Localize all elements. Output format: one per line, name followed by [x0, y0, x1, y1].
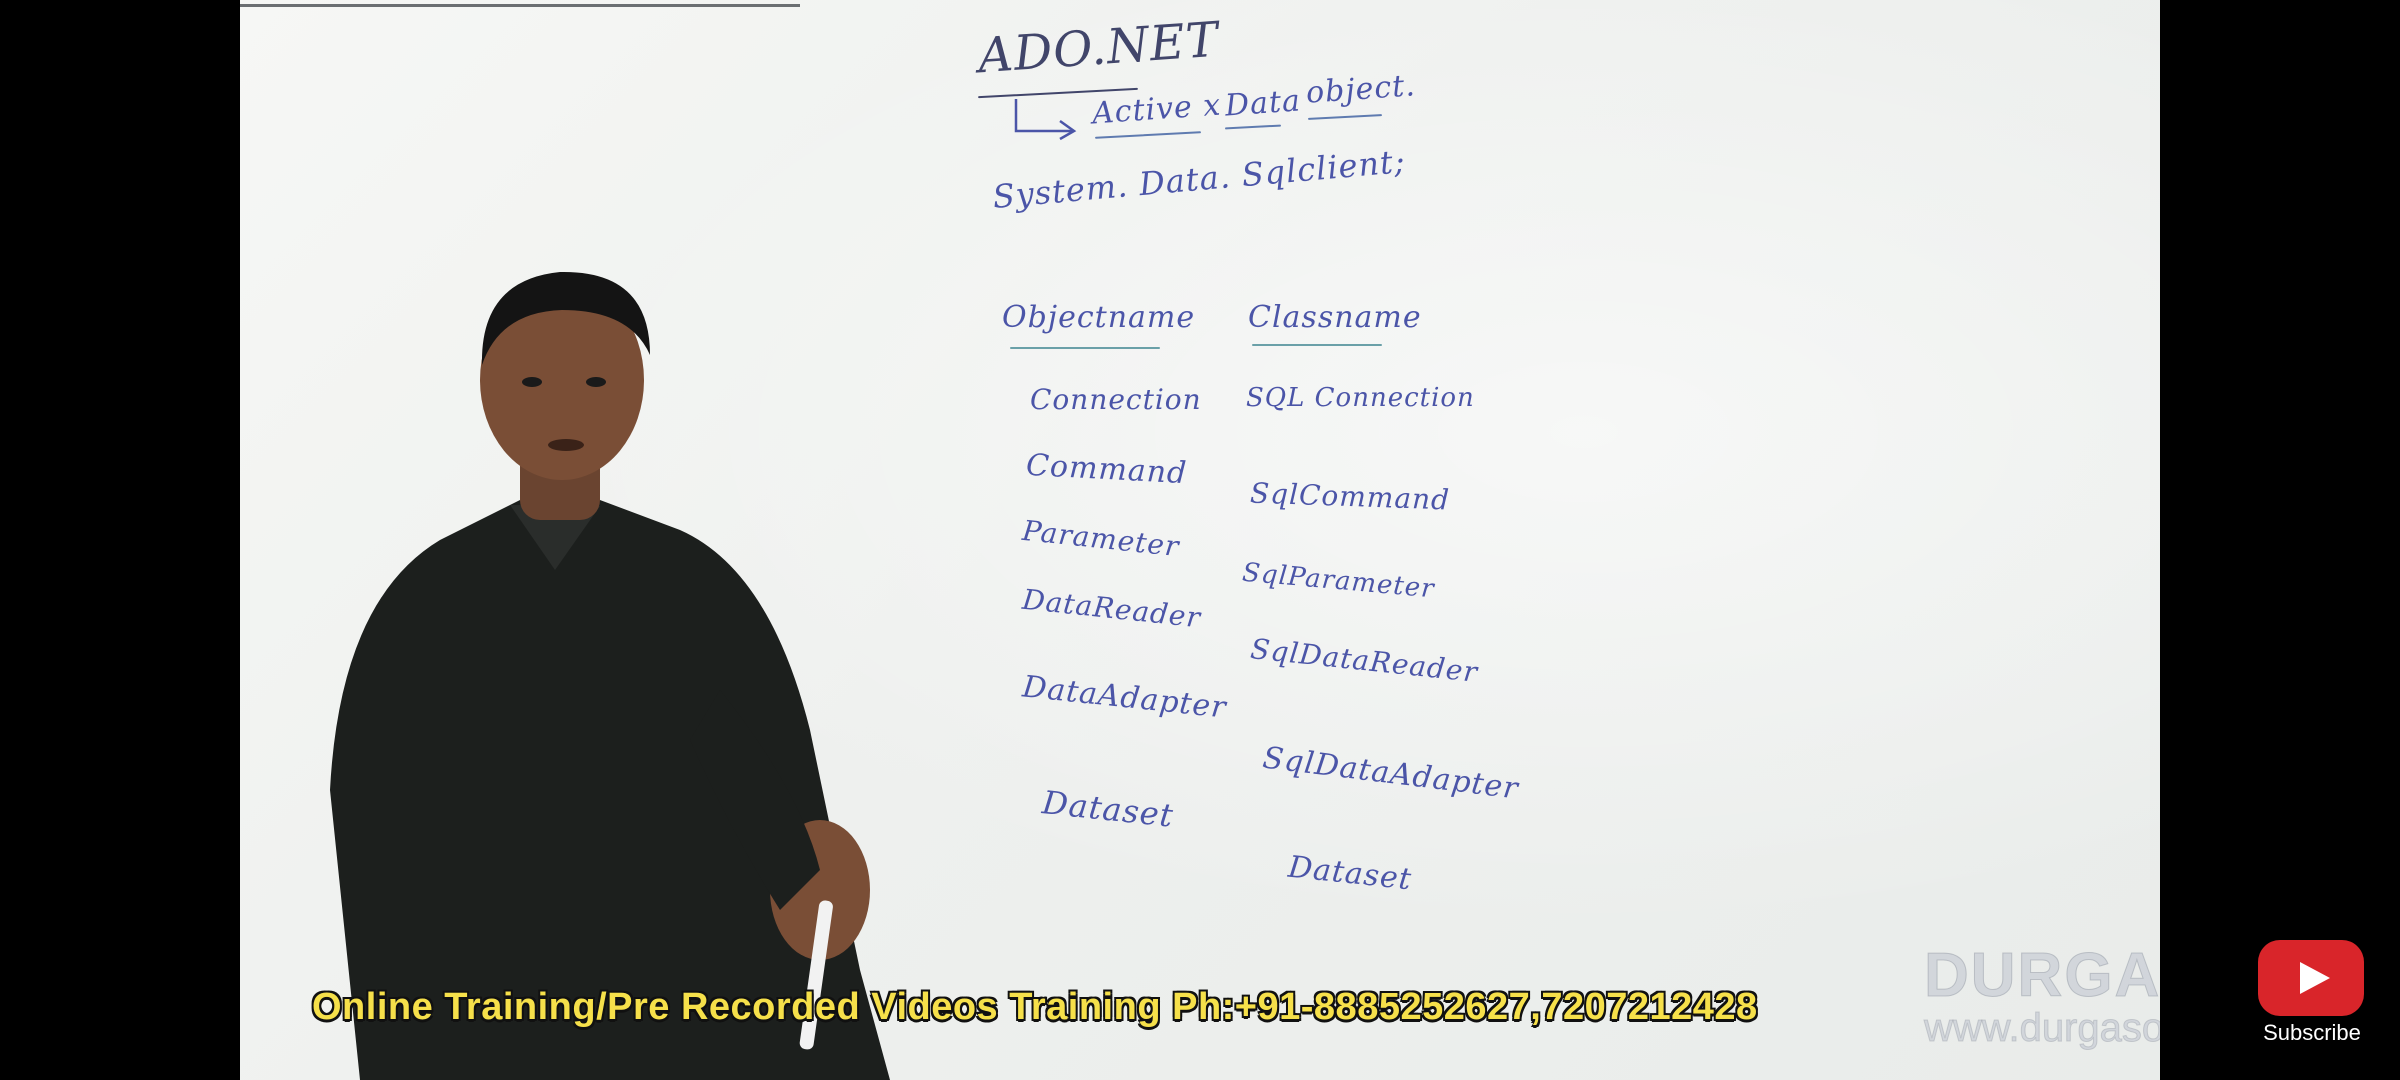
- presenter-figure: [330, 271, 890, 1080]
- video-player[interactable]: ADO.NET Active x Data object. System. Da…: [0, 0, 2400, 1080]
- column-underline-left: [1010, 347, 1160, 349]
- youtube-play-icon: [2258, 940, 2364, 1016]
- class-name-item: SQL Connection: [1246, 383, 1475, 413]
- subscribe-button[interactable]: Subscribe: [2254, 938, 2370, 1058]
- column-header-objectname: Objectname: [1002, 300, 1196, 335]
- class-name-item: SqlCommand: [1249, 476, 1451, 517]
- column-header-classname: Classname: [1248, 300, 1422, 335]
- expansion-word-data: Data: [1223, 83, 1303, 124]
- subscribe-label: Subscribe: [2263, 1020, 2361, 1045]
- video-frame-content: ADO.NET Active x Data object. System. Da…: [240, 0, 2160, 1080]
- whiteboard-top-edge: [240, 4, 800, 7]
- column-underline-right: [1252, 344, 1382, 346]
- object-name-item: Connection: [1030, 383, 1202, 416]
- caption-ticker: Online Training/Pre Recorded Videos Trai…: [312, 986, 1758, 1028]
